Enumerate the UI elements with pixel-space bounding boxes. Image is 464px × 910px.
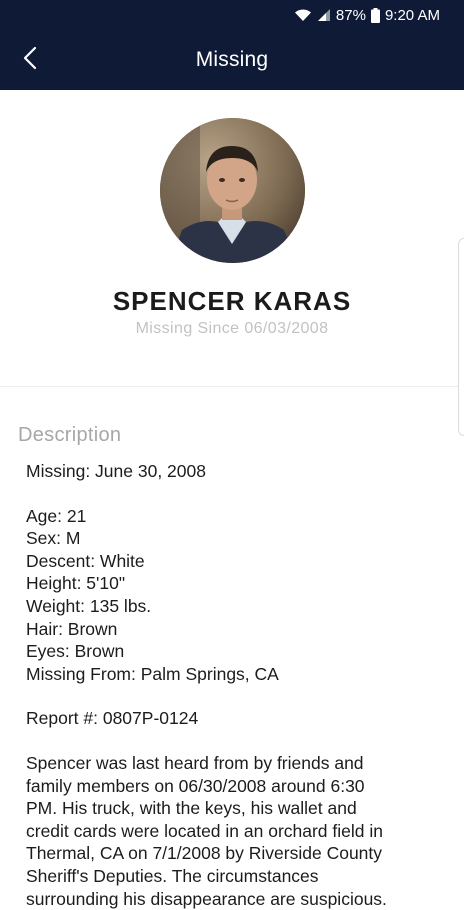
description-heading: Description — [18, 424, 121, 447]
battery-percent: 87% — [336, 7, 366, 24]
detail-weight: Weight: 135 lbs. — [26, 595, 446, 618]
narrative-line: PM. His truck, with the keys, his wallet… — [26, 797, 446, 820]
back-arrow-icon — [22, 46, 38, 75]
narrative-line: Sheriff's Deputies. The circumstances — [26, 865, 446, 888]
wifi-icon — [294, 8, 312, 22]
battery-icon — [371, 8, 380, 23]
person-name: SPENCER KARAS — [0, 286, 464, 317]
detail-sex: Sex: M — [26, 527, 446, 550]
clock: 9:20 AM — [385, 7, 440, 24]
narrative-line: Thermal, CA on 7/1/2008 by Riverside Cou… — [26, 842, 446, 865]
detail-height: Height: 5'10" — [26, 572, 446, 595]
missing-date: Missing: June 30, 2008 — [26, 460, 446, 483]
detail-eyes: Eyes: Brown — [26, 640, 446, 663]
narrative-line: surrounding his disappearance are suspic… — [26, 888, 446, 910]
detail-missing-from: Missing From: Palm Springs, CA — [26, 663, 446, 686]
narrative-line: credit cards were located in an orchard … — [26, 820, 446, 843]
narrative-line: family members on 06/30/2008 around 6:30 — [26, 775, 446, 798]
signal-icon — [317, 8, 331, 22]
status-bar: 87% 9:20 AM — [0, 0, 464, 30]
detail-hair: Hair: Brown — [26, 618, 446, 641]
description-body: Missing: June 30, 2008 Age: 21 Sex: M De… — [26, 460, 446, 910]
detail-descent: Descent: White — [26, 550, 446, 573]
profile-header: SPENCER KARAS Missing Since 06/03/2008 — [0, 90, 464, 387]
missing-since-date: Missing Since 06/03/2008 — [0, 320, 464, 338]
avatar — [160, 118, 305, 263]
report-number: Report #: 0807P-0124 — [26, 707, 446, 730]
narrative-line: Spencer was last heard from by friends a… — [26, 752, 446, 775]
app-bar: Missing — [0, 30, 464, 90]
back-button[interactable] — [12, 42, 48, 78]
status-indicators: 87% 9:20 AM — [294, 6, 440, 24]
scroll-edge-handle[interactable] — [458, 238, 464, 436]
page-title: Missing — [0, 30, 464, 90]
detail-age: Age: 21 — [26, 505, 446, 528]
